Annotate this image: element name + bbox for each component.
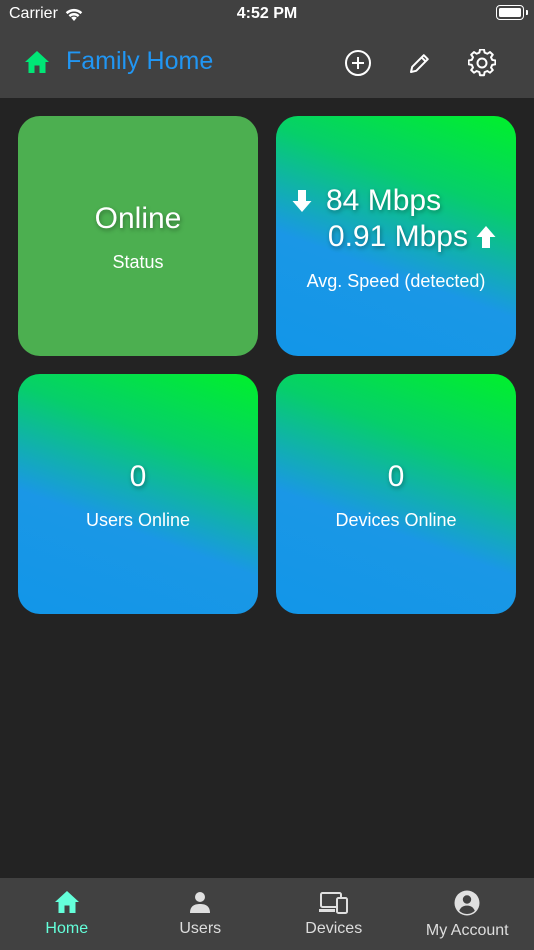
download-speed: 84 Mbps [292, 184, 441, 218]
status-time: 4:52 PM [236, 5, 298, 22]
devices-online-tile[interactable]: 0 Devices Online [276, 374, 516, 614]
devices-online-label: Devices Online [335, 510, 457, 530]
speed-label: Avg. Speed (detected) [306, 271, 486, 291]
arrow-up-icon [476, 226, 496, 248]
person-icon [190, 892, 211, 913]
add-button[interactable] [341, 46, 375, 80]
tab-devices[interactable]: Devices [267, 878, 401, 950]
top-bar: Carrier 4:52 PM Family Home [0, 0, 534, 98]
home-icon [25, 51, 49, 73]
status-value: Online [94, 202, 182, 235]
devices-online-count: 0 [387, 460, 405, 493]
download-speed-value: 84 Mbps [326, 184, 442, 217]
page-title: Family Home [66, 47, 214, 75]
speed-tile[interactable]: 84 Mbps 0.91 Mbps Avg. Speed (detected) [276, 116, 516, 356]
tab-devices-label: Devices [305, 920, 363, 937]
home-icon [54, 891, 79, 913]
arrow-down-icon [292, 190, 312, 212]
users-online-count: 0 [129, 460, 147, 493]
users-online-tile[interactable]: 0 Users Online [18, 374, 258, 614]
edit-button[interactable] [403, 46, 437, 80]
tab-home[interactable]: Home [0, 878, 134, 950]
status-label: Status [112, 252, 164, 272]
tab-my-account[interactable]: My Account [401, 878, 534, 950]
status-tile[interactable]: Online Status [18, 116, 258, 356]
gear-icon [468, 49, 496, 77]
app-screen: Carrier 4:52 PM Family Home Online Statu… [0, 0, 534, 950]
account-circle-icon [454, 890, 480, 916]
tab-users[interactable]: Users [134, 878, 268, 950]
upload-speed: 0.91 Mbps [328, 220, 496, 254]
add-circle-icon [345, 50, 371, 76]
upload-speed-value: 0.91 Mbps [327, 220, 468, 253]
battery-icon [496, 5, 528, 20]
devices-icon [318, 892, 348, 914]
tab-my-account-label: My Account [425, 922, 509, 939]
bottom-tab-bar: Home Users Devices My Account [0, 878, 534, 950]
users-online-label: Users Online [85, 510, 191, 530]
pencil-icon [410, 54, 429, 73]
settings-button[interactable] [465, 46, 499, 80]
tab-users-label: Users [179, 920, 222, 937]
tab-home-label: Home [45, 920, 89, 937]
